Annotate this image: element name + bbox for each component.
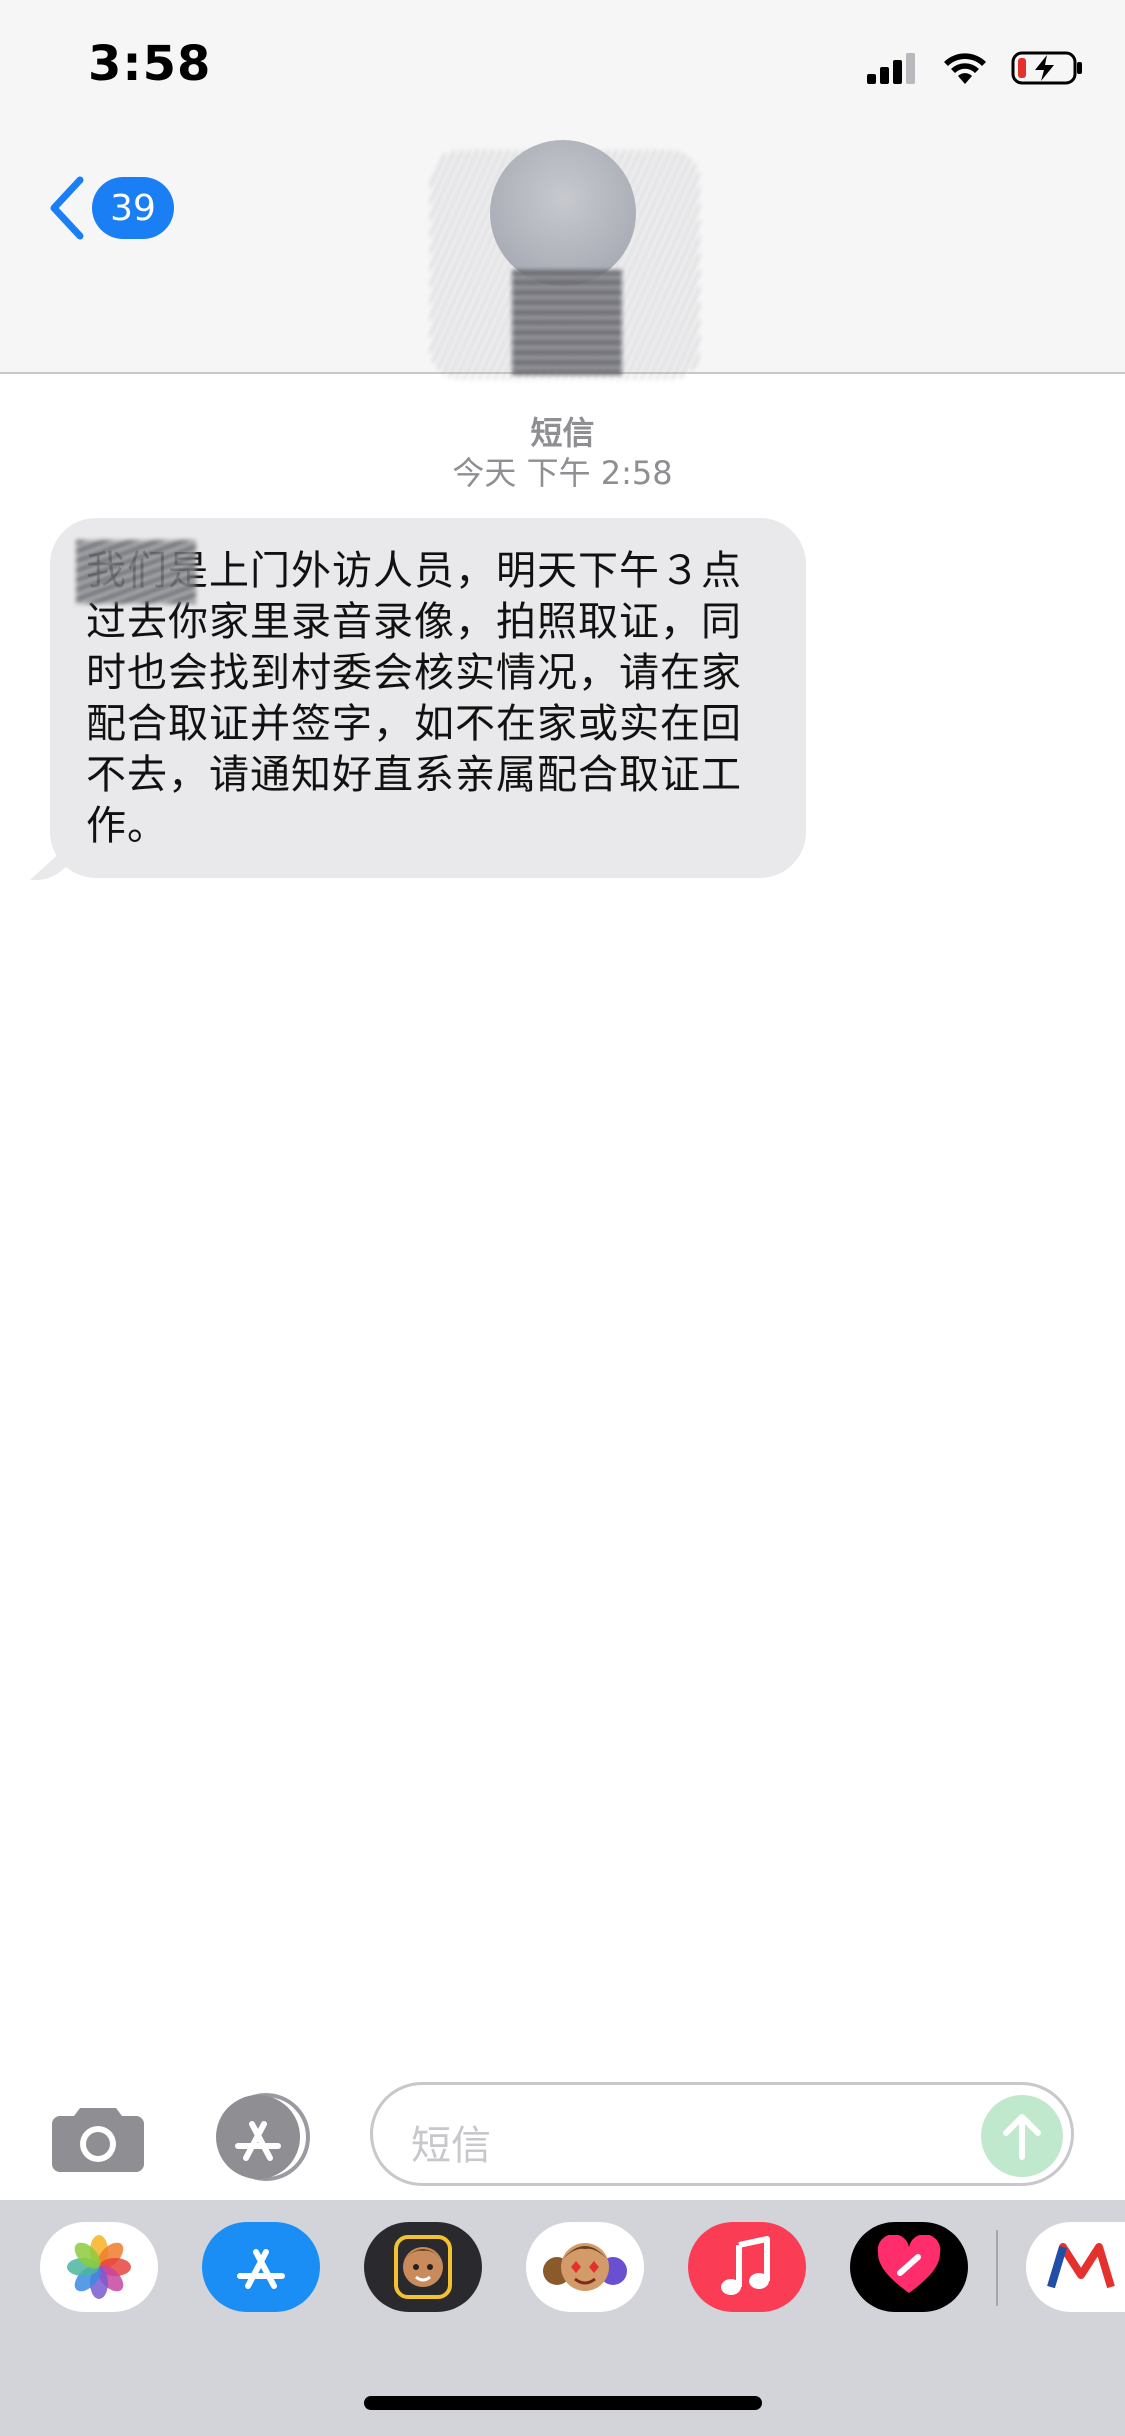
send-button[interactable] <box>981 2095 1063 2177</box>
home-indicator[interactable] <box>364 2396 762 2410</box>
dock-divider <box>996 2230 998 2306</box>
music-app[interactable] <box>688 2222 806 2312</box>
message-input-placeholder: 短信 <box>411 2123 491 2169</box>
memoji-stickers-app[interactable] <box>526 2222 644 2312</box>
camera-button[interactable] <box>50 2102 146 2174</box>
status-icons <box>865 48 1085 88</box>
app-drawer <box>0 2200 1125 2436</box>
more-app-icon <box>1047 2243 1115 2289</box>
battery-charging-icon <box>1011 51 1082 85</box>
photos-icon <box>67 2235 131 2299</box>
back-button[interactable]: 39 <box>46 176 174 240</box>
memoji-app[interactable] <box>364 2222 482 2312</box>
message-input[interactable]: 短信 <box>370 2082 1074 2186</box>
app-store-icon <box>216 2093 310 2181</box>
app-store-app[interactable] <box>202 2222 320 2312</box>
arrow-up-icon <box>1003 2114 1041 2160</box>
memoji-icon <box>394 2235 452 2299</box>
chevron-left-icon <box>50 176 84 240</box>
composer-bar: 短信 <box>0 2082 1125 2192</box>
digital-touch-icon <box>877 2235 941 2293</box>
message-timestamp: 今天 下午 2:58 <box>452 454 673 492</box>
redacted-name <box>76 540 196 604</box>
wifi-icon <box>944 53 986 84</box>
app-store-icon <box>237 2249 285 2289</box>
music-icon <box>721 2236 770 2295</box>
contact-name-redacted[interactable] <box>512 270 622 375</box>
more-app[interactable] <box>1026 2222 1125 2312</box>
contact-avatar[interactable] <box>490 140 636 286</box>
unread-count-badge: 39 <box>92 177 174 239</box>
conversation-header: 3:58 39 <box>0 0 1125 380</box>
digital-touch-app[interactable] <box>850 2222 968 2312</box>
camera-icon <box>52 2108 144 2172</box>
app-store-button[interactable] <box>208 2092 318 2182</box>
photos-app[interactable] <box>40 2222 158 2312</box>
cellular-signal-icon <box>867 53 915 84</box>
status-time: 3:58 <box>88 36 212 92</box>
memoji-stickers-icon <box>543 2243 627 2291</box>
